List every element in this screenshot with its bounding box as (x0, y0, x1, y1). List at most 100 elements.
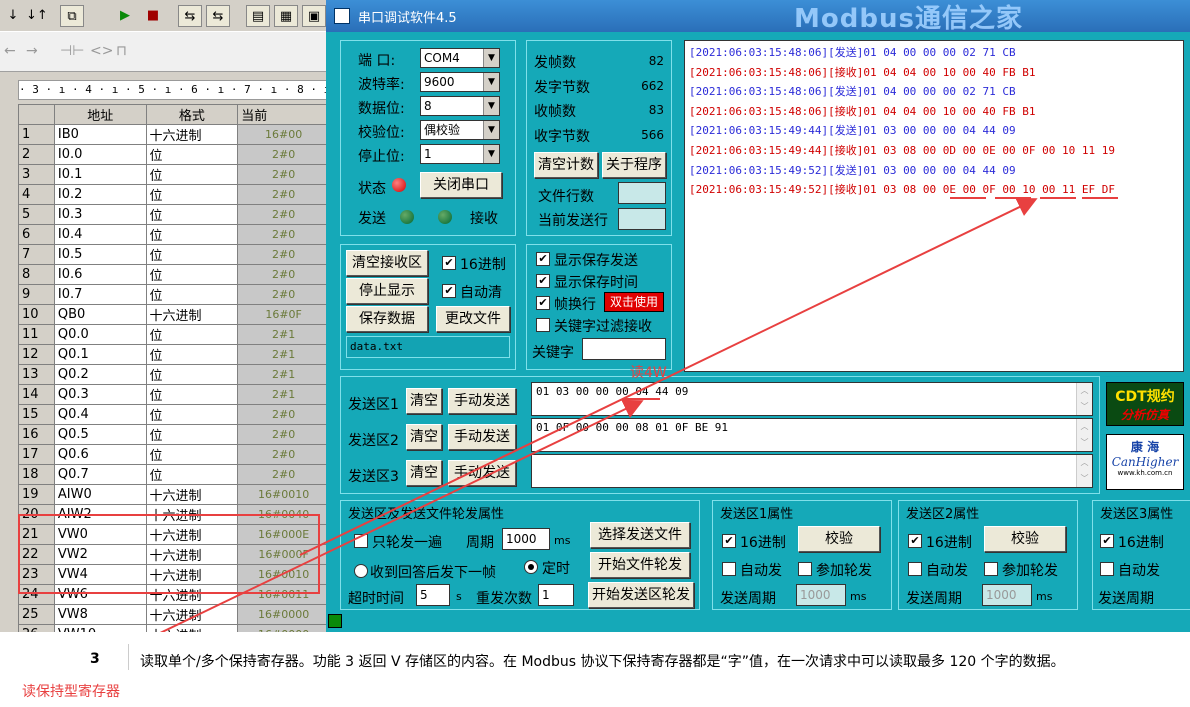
table-row[interactable]: 25 VW8 十六进制 16#0000 (18, 604, 330, 625)
row-address[interactable]: I0.7 (53, 284, 147, 305)
row-format[interactable]: 位 (145, 444, 239, 465)
coil-icon[interactable]: <> (90, 40, 113, 62)
force-icon[interactable]: ▦ (274, 5, 298, 27)
auto-clear-checkbox[interactable]: ✔ (442, 284, 456, 298)
contact-icon[interactable]: ⊣⊢ (60, 40, 84, 62)
row-format[interactable]: 位 (145, 224, 239, 245)
row-format[interactable]: 十六进制 (145, 124, 239, 145)
row-current-value[interactable]: 2#0 (237, 144, 330, 165)
stop-display-button[interactable]: 停止显示 (346, 278, 428, 304)
row-current-value[interactable]: 2#0 (237, 164, 330, 185)
table-row[interactable]: 13 Q0.2 位 2#1 (18, 364, 330, 385)
clear-recv-button[interactable]: 清空接收区 (346, 250, 428, 276)
row-current-value[interactable]: 16#0000 (237, 604, 330, 625)
table-row[interactable]: 12 Q0.1 位 2#1 (18, 344, 330, 365)
hex-recv-checkbox[interactable]: ✔ (442, 256, 456, 270)
row-current-value[interactable]: 2#1 (237, 324, 330, 345)
table-row[interactable]: 9 I0.7 位 2#0 (18, 284, 330, 305)
save-data-button[interactable]: 保存数据 (346, 306, 428, 332)
header-format[interactable]: 格式 (145, 104, 239, 125)
table-row[interactable]: 18 Q0.7 位 2#0 (18, 464, 330, 485)
row-current-value[interactable]: 2#1 (237, 364, 330, 385)
start-area-poll-button[interactable]: 开始发送区轮发 (588, 582, 694, 608)
row-address[interactable]: VW10 (53, 624, 147, 632)
parity-select[interactable]: 偶校验 ▼ (420, 120, 500, 140)
table-row[interactable]: 5 I0.3 位 2#0 (18, 204, 330, 225)
change-file-button[interactable]: 更改文件 (436, 306, 510, 332)
row-format[interactable]: 十六进制 (145, 624, 239, 632)
frame-newline-checkbox[interactable]: ✔ (536, 296, 550, 310)
chevron-down-icon[interactable]: ▼ (483, 49, 499, 67)
receive-log[interactable]: [2021:06:03:15:48:06][发送]01 04 00 00 00 … (684, 40, 1184, 372)
row-current-value[interactable]: 16#0000 (237, 624, 330, 632)
period-input[interactable]: 1000 (502, 528, 550, 550)
scrollbar[interactable]: ︿ ﹀ (1076, 383, 1092, 415)
show-saved-time-checkbox[interactable]: ✔ (536, 274, 550, 288)
table-row[interactable]: 26VW10十六进制16#0000 (18, 624, 330, 632)
chevron-down-icon[interactable]: ▼ (483, 73, 499, 91)
area2-hex-checkbox[interactable]: ✔ (908, 534, 922, 548)
send-area1-clear-button[interactable]: 清空 (406, 388, 442, 414)
row-current-value[interactable]: 2#0 (237, 464, 330, 485)
row-address[interactable]: Q0.6 (53, 444, 147, 465)
header-current-value[interactable]: 当前 (237, 104, 330, 125)
after-reply-radio[interactable] (354, 564, 368, 578)
keyword-input[interactable] (582, 338, 666, 360)
timed-radio[interactable] (524, 560, 538, 574)
row-address[interactable]: Q0.7 (53, 464, 147, 485)
arrow-right-icon[interactable]: → (26, 40, 38, 62)
row-current-value[interactable]: 16#0010 (237, 484, 330, 505)
row-current-value[interactable]: 16#0F (237, 304, 330, 325)
single-read-icon[interactable]: ⇆ (206, 5, 230, 27)
send-area3-input[interactable]: ︿ ﹀ (531, 454, 1093, 488)
area2-auto-checkbox[interactable] (908, 562, 922, 576)
port-select[interactable]: COM4 ▼ (420, 48, 500, 68)
row-address[interactable]: VW8 (53, 604, 147, 625)
run-icon[interactable]: ▶ (116, 5, 134, 27)
row-address[interactable]: Q0.4 (53, 404, 147, 425)
table-row[interactable]: 10 QB0 十六进制 16#0F (18, 304, 330, 325)
row-address[interactable]: I0.2 (53, 184, 147, 205)
send-area2-input[interactable]: 01 0F 00 00 00 08 01 0F BE 91 ︿ ﹀ (531, 418, 1093, 452)
row-format[interactable]: 位 (145, 264, 239, 285)
area1-auto-checkbox[interactable] (722, 562, 736, 576)
row-address[interactable]: Q0.0 (53, 324, 147, 345)
row-format[interactable]: 位 (145, 324, 239, 345)
row-current-value[interactable]: 16#00 (237, 124, 330, 145)
cdt-ad-banner[interactable]: CDT规约 分析仿真 (1106, 382, 1184, 426)
double-click-use-badge[interactable]: 双击使用 (604, 292, 664, 312)
area2-verify-button[interactable]: 校验 (984, 526, 1066, 552)
row-current-value[interactable]: 2#0 (237, 204, 330, 225)
send-area2-clear-button[interactable]: 清空 (406, 424, 442, 450)
sort-desc-button[interactable]: ↓↑ (26, 5, 48, 27)
row-address[interactable]: I0.1 (53, 164, 147, 185)
scrollbar[interactable]: ︿ ﹀ (1076, 455, 1092, 487)
chevron-down-icon[interactable]: ▼ (483, 145, 499, 163)
row-format[interactable]: 位 (145, 464, 239, 485)
row-address[interactable]: Q0.5 (53, 424, 147, 445)
row-format[interactable]: 位 (145, 384, 239, 405)
row-format[interactable]: 位 (145, 144, 239, 165)
table-row[interactable]: 1 IB0 十六进制 16#00 (18, 124, 330, 145)
copy-icon[interactable]: ⧉ (60, 5, 84, 27)
row-format[interactable]: 位 (145, 184, 239, 205)
row-current-value[interactable]: 2#0 (237, 424, 330, 445)
timeout-input[interactable]: 5 (416, 584, 450, 606)
table-row[interactable]: 17 Q0.6 位 2#0 (18, 444, 330, 465)
row-address[interactable]: Q0.3 (53, 384, 147, 405)
area1-verify-button[interactable]: 校验 (798, 526, 880, 552)
row-current-value[interactable]: 2#0 (237, 444, 330, 465)
close-port-button[interactable]: 关闭串口 (420, 172, 502, 198)
keyword-filter-checkbox[interactable] (536, 318, 550, 332)
table-row[interactable]: 6 I0.4 位 2#0 (18, 224, 330, 245)
table-row[interactable]: 3 I0.1 位 2#0 (18, 164, 330, 185)
row-format[interactable]: 十六进制 (145, 304, 239, 325)
row-address[interactable]: I0.5 (53, 244, 147, 265)
chevron-down-icon[interactable]: ▼ (483, 121, 499, 139)
row-format[interactable]: 十六进制 (145, 484, 239, 505)
row-current-value[interactable]: 2#0 (237, 284, 330, 305)
sort-asc-button[interactable]: ↓ (4, 5, 22, 27)
header-address[interactable]: 地址 (53, 104, 147, 125)
chevron-down-icon[interactable]: ▼ (483, 97, 499, 115)
show-saved-send-checkbox[interactable]: ✔ (536, 252, 550, 266)
